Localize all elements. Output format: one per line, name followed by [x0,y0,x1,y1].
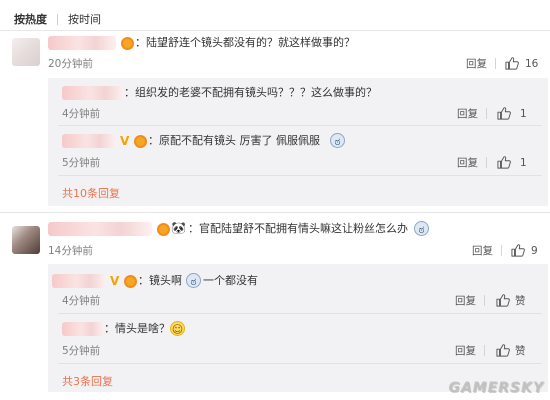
username-blurred[interactable] [62,134,116,148]
more-replies-link[interactable]: 共10条回复 [62,187,120,201]
reply-text: ：组织发的老婆不配拥有镜头吗？？？这么做事的？ [124,86,377,99]
like-count: 9 [531,245,538,257]
verified-v-icon: V [110,274,120,288]
reply-button[interactable]: 回复 [455,295,476,307]
reply-time: 4分钟前 [62,108,101,120]
divider [495,58,496,69]
avatar[interactable] [12,38,40,66]
divider [501,245,502,256]
thumbs-up-icon[interactable] [496,294,510,307]
divider [58,363,542,364]
tab-divider [57,13,58,25]
avatar[interactable] [12,226,40,254]
reply-text-continued: 一个都没有 [203,274,258,287]
divider [486,108,487,119]
reply-button[interactable]: 回复 [466,58,487,70]
emoji-wry-face-icon: ಠ [330,133,345,148]
reply-text: ：镜头啊 [138,274,182,287]
tab-sort-by-hot[interactable]: 按热度 [14,11,47,27]
username-blurred[interactable] [62,322,104,336]
like-count: 16 [525,58,539,70]
reply-button[interactable]: 回复 [455,345,476,357]
thumbs-up-icon[interactable] [496,344,510,357]
tab-sort-by-time[interactable]: 按时间 [68,11,101,27]
emoji-smile-icon: ☺ [170,321,185,336]
reply-button[interactable]: 回复 [472,245,493,257]
reply-text: ：原配不配有镜头 厉害了 佩服佩服 [148,134,320,147]
like-count: 1 [520,157,527,169]
divider [484,295,485,306]
comment-text: ：官配陆望舒不配拥有情头嘛这让粉丝怎么办 [188,222,408,235]
reply-text: ：情头是啥？ [104,322,170,335]
divider [58,313,542,314]
divider [58,125,542,126]
vip-badge-icon [121,37,134,50]
comment-text: ：陆望舒连个镜头都没有的？就这样做事的？ [135,36,355,49]
like-button-label[interactable]: 赞 [515,345,526,357]
verified-v-icon: V [120,134,130,148]
comment-time: 20分钟前 [48,58,93,70]
emoji-wry-face-icon: ಠ [186,273,201,288]
divider [484,345,485,356]
reply-time: 5分钟前 [62,345,101,357]
thumbs-up-icon[interactable] [511,244,525,257]
reply-button[interactable]: 回复 [457,108,478,120]
reply-button[interactable]: 回复 [457,157,478,169]
username-blurred[interactable] [52,274,106,288]
like-button-label[interactable]: 赞 [515,295,526,307]
divider [0,212,550,213]
divider [0,30,550,31]
emoji-wry-face-icon: ಠ [414,221,429,236]
username-blurred[interactable] [48,36,116,50]
thumbs-up-icon[interactable] [505,57,519,70]
reply-time: 4分钟前 [62,295,101,307]
more-replies-link[interactable]: 共3条回复 [62,375,113,389]
emoji-panda-icon: 🐼 [171,221,186,235]
vip-badge-icon [134,135,147,148]
like-count: 1 [520,108,527,120]
username-blurred[interactable] [62,86,124,100]
username-blurred[interactable] [48,222,152,236]
vip-badge-icon [124,275,137,288]
reply-time: 5分钟前 [62,157,101,169]
sort-tabs: 按热度 按时间 [14,12,101,26]
comment-time: 14分钟前 [48,245,93,257]
divider [58,175,542,176]
vip-badge-icon [157,223,170,236]
thumbs-up-icon[interactable] [497,107,511,120]
watermark: GAMERSKY [448,380,544,396]
divider [486,157,487,168]
thumbs-up-icon[interactable] [497,156,511,169]
